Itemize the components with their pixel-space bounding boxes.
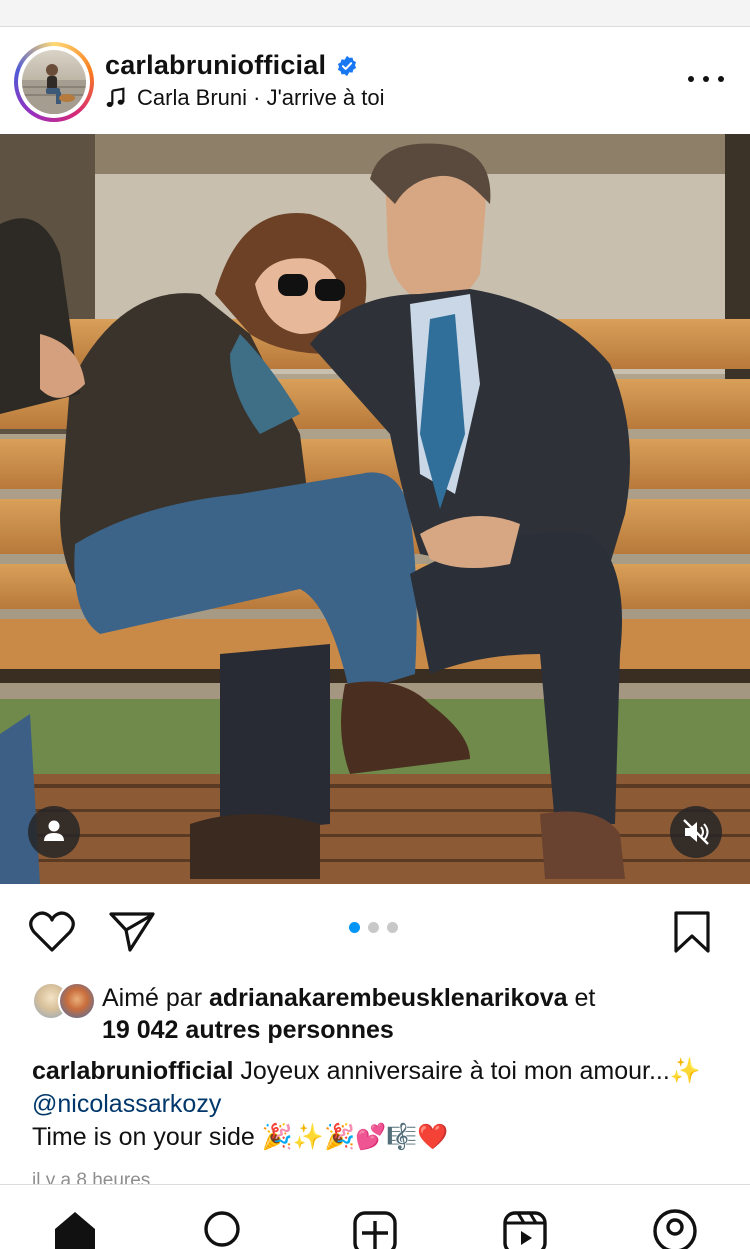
likes-summary[interactable]: Aimé par adrianakarembeusklenarikova et … bbox=[32, 982, 732, 1046]
post-photo[interactable] bbox=[0, 134, 750, 884]
liker-avatar bbox=[58, 982, 96, 1020]
caption-username[interactable]: carlabruniofficial bbox=[32, 1057, 233, 1085]
post-header: carlabruniofficial Carla Bruni · J'arriv… bbox=[0, 26, 750, 134]
bookmark-icon[interactable] bbox=[672, 910, 712, 954]
home-icon[interactable] bbox=[52, 1209, 98, 1249]
carousel-dot bbox=[368, 922, 379, 933]
profile-icon[interactable] bbox=[652, 1209, 698, 1249]
story-avatar[interactable] bbox=[14, 42, 94, 122]
bottom-nav bbox=[0, 1184, 750, 1249]
post-caption: carlabruniofficial Joyeux anniversaire à… bbox=[32, 1055, 722, 1154]
verified-badge-icon bbox=[338, 55, 357, 76]
send-icon[interactable] bbox=[108, 910, 156, 954]
music-label: Carla Bruni · J'arrive à toi bbox=[137, 85, 385, 110]
more-icon[interactable] bbox=[688, 76, 724, 88]
likes-count[interactable]: 19 042 autres personnes bbox=[102, 1016, 394, 1044]
likes-prefix: Aimé par bbox=[102, 984, 203, 1012]
heart-icon[interactable] bbox=[28, 910, 76, 954]
caption-mention[interactable]: @nicolassarkozy bbox=[32, 1090, 221, 1118]
tag-people-icon bbox=[44, 820, 64, 841]
avatar bbox=[22, 50, 86, 114]
tag-people-button[interactable] bbox=[28, 806, 80, 858]
likes-connector: et bbox=[574, 984, 596, 1012]
status-bar bbox=[0, 0, 750, 27]
music-info[interactable]: Carla Bruni · J'arrive à toi bbox=[105, 85, 385, 111]
create-icon[interactable] bbox=[352, 1209, 398, 1249]
search-icon[interactable] bbox=[200, 1209, 244, 1249]
carousel-indicator bbox=[349, 922, 398, 933]
likes-user[interactable]: adrianakarembeusklenarikova bbox=[209, 984, 568, 1012]
post-username[interactable]: carlabruniofficial bbox=[105, 50, 326, 81]
carousel-dot bbox=[349, 922, 360, 933]
reels-icon[interactable] bbox=[502, 1209, 548, 1249]
music-note-icon bbox=[106, 87, 125, 107]
carousel-dot bbox=[387, 922, 398, 933]
caption-text: Joyeux anniversaire à toi mon amour...✨ bbox=[240, 1057, 701, 1085]
caption-line-2: Time is on your side 🎉✨🎉💕🎼❤️ bbox=[32, 1123, 449, 1151]
mute-icon bbox=[683, 819, 709, 845]
mute-button[interactable] bbox=[670, 806, 722, 858]
